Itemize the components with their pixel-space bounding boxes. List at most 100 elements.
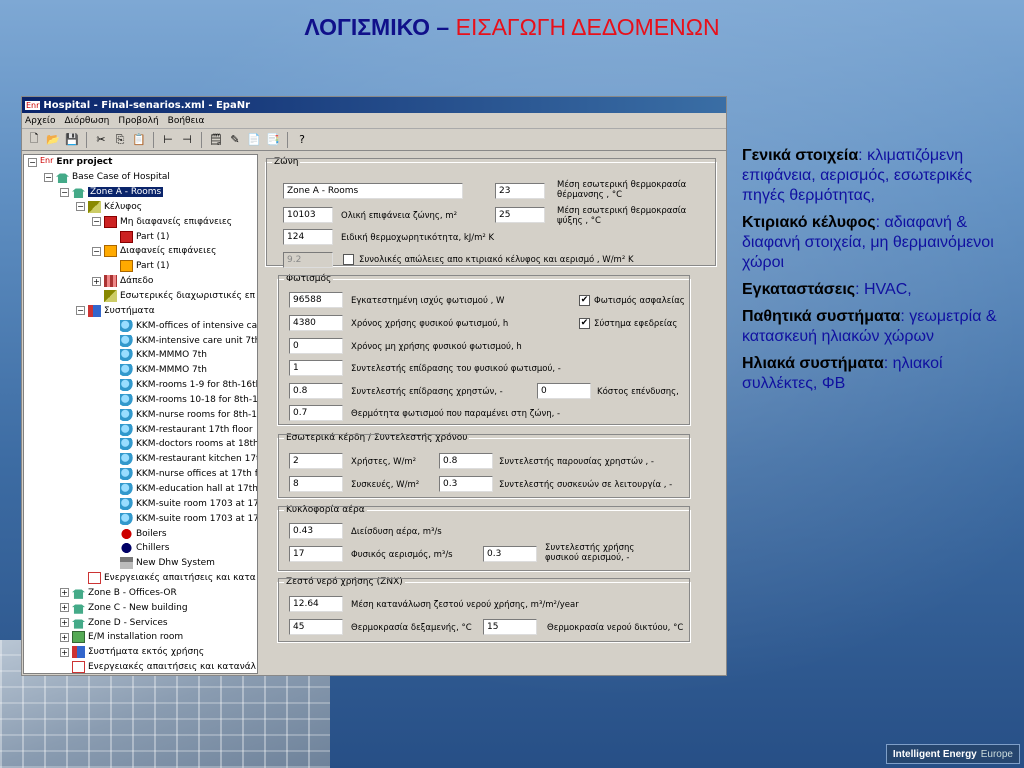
tree-expander-icon[interactable]: + — [60, 603, 69, 613]
project-tree[interactable]: − Enr Enr project − Base Case of Hospital − Zo… — [23, 154, 258, 674]
tree-item[interactable]: + Δάπεδο — [24, 274, 257, 289]
tree-item[interactable]: KKM-offices of intensive car — [24, 318, 257, 333]
hours-natural-input[interactable]: 4380 — [289, 315, 343, 331]
cool-temp-input[interactable]: 25 — [495, 207, 545, 223]
tree-item[interactable]: + Συστήματα εκτός χρήσης — [24, 645, 257, 660]
tree-item[interactable]: − Συστήματα — [24, 303, 257, 318]
tree-item[interactable]: KKM-education hall at 17th f — [24, 482, 257, 497]
tree-item[interactable]: KKM-nurse offices at 17th fl — [24, 467, 257, 482]
tree-item[interactable]: Εσωτερικές διαχωριστικές επ — [24, 289, 257, 304]
area-label: Ολική επιφάνεια ζώνης, m² — [341, 211, 457, 221]
tree-item[interactable]: Ενεργειακές απαιτήσεις και κατανάλ — [24, 660, 257, 673]
tree-expander-icon[interactable]: − — [28, 157, 37, 167]
note-icon[interactable]: 🗒 — [208, 132, 224, 148]
safety-checkbox[interactable]: ✔ — [579, 295, 590, 306]
tree-expander-icon[interactable]: − — [44, 172, 53, 182]
tree-item[interactable]: KKM-suite room 1703 at 17t — [24, 496, 257, 511]
menu-edit[interactable]: Διόρθωση — [65, 116, 110, 126]
tank-temp-input[interactable]: 45 — [289, 619, 343, 635]
tree-expander-icon[interactable]: − — [60, 187, 69, 197]
devices-input[interactable]: 8 — [289, 476, 343, 492]
user-factor-input[interactable]: 0.8 — [289, 383, 343, 399]
tree-item[interactable]: Part (1) — [24, 259, 257, 274]
backup-checkbox[interactable]: ✔ — [579, 318, 590, 329]
new-icon[interactable]: 🗋 — [26, 132, 42, 148]
tree-item[interactable]: + Zone B - Offices-OR — [24, 585, 257, 600]
tree-item[interactable]: − Enr Enr project — [24, 155, 257, 170]
tree-item[interactable]: KKM-rooms 10-18 for 8th-16 — [24, 393, 257, 408]
tree-expander-icon[interactable]: − — [92, 217, 101, 227]
light-power-input[interactable]: 96588 — [289, 292, 343, 308]
tree-item[interactable]: KKM-rooms 1-9 for 8th-16th — [24, 378, 257, 393]
tree-expander-icon[interactable]: + — [60, 647, 69, 657]
tree-item[interactable]: + E/M installation room — [24, 630, 257, 645]
menu-help[interactable]: Βοήθεια — [168, 116, 205, 126]
chiller-icon — [120, 542, 133, 555]
tree-item[interactable]: KKM-MMMO 7th — [24, 363, 257, 378]
align-left-icon[interactable]: ⊢ — [160, 132, 176, 148]
invest-input[interactable]: 0 — [537, 383, 591, 399]
tree-item[interactable]: KKM-doctors rooms at 18th — [24, 437, 257, 452]
tree-item-label: Εσωτερικές διαχωριστικές επ — [120, 291, 256, 302]
tree-expander-icon[interactable]: − — [76, 306, 85, 316]
tree-item[interactable]: KKM-restaurant 17th floor — [24, 422, 257, 437]
align-right-icon[interactable]: ⊣ — [179, 132, 195, 148]
tree-item[interactable]: Part (1) — [24, 229, 257, 244]
users-presence-input[interactable]: 0.8 — [439, 453, 493, 469]
tree-item[interactable]: − Κέλυφος — [24, 200, 257, 215]
heat-cap-input[interactable]: 124 — [283, 229, 333, 245]
menu-view[interactable]: Προβολή — [118, 116, 158, 126]
tree-item[interactable]: KKM-MMMO 7th — [24, 348, 257, 363]
menu-file[interactable]: Αρχείο — [25, 116, 56, 126]
users-input[interactable]: 2 — [289, 453, 343, 469]
tree-item[interactable]: Boilers — [24, 526, 257, 541]
help-icon[interactable]: ? — [294, 132, 310, 148]
tree-item[interactable]: Chillers — [24, 541, 257, 556]
tree-item[interactable]: + Zone C - New building — [24, 600, 257, 615]
envelope-icon — [88, 200, 101, 213]
losses-checkbox[interactable] — [343, 254, 354, 265]
devices-operation-input[interactable]: 0.3 — [439, 476, 493, 492]
open-icon[interactable]: 📂 — [45, 132, 61, 148]
cut-icon[interactable]: ✂ — [93, 132, 109, 148]
tree-expander-icon[interactable]: + — [60, 618, 69, 628]
tree-item[interactable]: New Dhw System — [24, 556, 257, 571]
net-temp-input[interactable]: 15 — [483, 619, 537, 635]
enr-icon: Enr — [40, 156, 54, 166]
tree-expander-icon[interactable]: + — [60, 632, 69, 642]
tree-item[interactable]: + Zone D - Services — [24, 615, 257, 630]
tree-item[interactable]: KKM-restaurant kitchen 17th — [24, 452, 257, 467]
factor-input[interactable]: 1 — [289, 360, 343, 376]
heat-remain-input[interactable]: 0.7 — [289, 405, 343, 421]
consumption-input[interactable]: 12.64 — [289, 596, 343, 612]
tree-expander-icon[interactable]: − — [92, 246, 101, 256]
tree-item[interactable]: KKM-suite room 1703 at 17t — [24, 511, 257, 526]
tree-item[interactable]: − Μη διαφανείς επιφάνειες — [24, 214, 257, 229]
users-label: Χρήστες, W/m² — [351, 457, 417, 467]
window-titlebar[interactable]: Enr Hospital - Final-senarios.xml - EpaN… — [22, 97, 726, 113]
tree-expander-icon[interactable]: − — [76, 202, 85, 212]
tree-item[interactable]: KKM-nurse rooms for 8th-16 — [24, 407, 257, 422]
infiltration-input[interactable]: 0.43 — [289, 523, 343, 539]
report-icon[interactable]: 📄 — [246, 132, 262, 148]
edit-icon[interactable]: ✎ — [227, 132, 243, 148]
tree-expander-icon[interactable]: + — [92, 276, 101, 286]
natural-vent-input[interactable]: 17 — [289, 546, 343, 562]
save-icon[interactable]: 💾 — [64, 132, 80, 148]
area-input[interactable]: 10103 — [283, 207, 333, 223]
copy-icon[interactable]: ⎘ — [112, 132, 128, 148]
tree-item[interactable]: − Zone A - Rooms — [24, 185, 257, 200]
paste-icon[interactable]: 📋 — [131, 132, 147, 148]
tree-item-label: Zone A - Rooms — [88, 187, 164, 198]
tree-item-label: Base Case of Hospital — [72, 172, 170, 183]
usage-factor-input[interactable]: 0.3 — [483, 546, 537, 562]
tree-item[interactable]: − Διαφανείς επιφάνειες — [24, 244, 257, 259]
report2-icon[interactable]: 📑 — [265, 132, 281, 148]
hours-non-natural-input[interactable]: 0 — [289, 338, 343, 354]
tree-expander-icon[interactable]: + — [60, 588, 69, 598]
tree-item[interactable]: Ενεργειακές απαιτήσεις και κατα — [24, 571, 257, 586]
tree-item[interactable]: KKM-intensive care unit 7th — [24, 333, 257, 348]
tree-item[interactable]: − Base Case of Hospital — [24, 170, 257, 185]
heat-temp-input[interactable]: 23 — [495, 183, 545, 199]
zone-name-input[interactable]: Zone A - Rooms — [283, 183, 463, 199]
